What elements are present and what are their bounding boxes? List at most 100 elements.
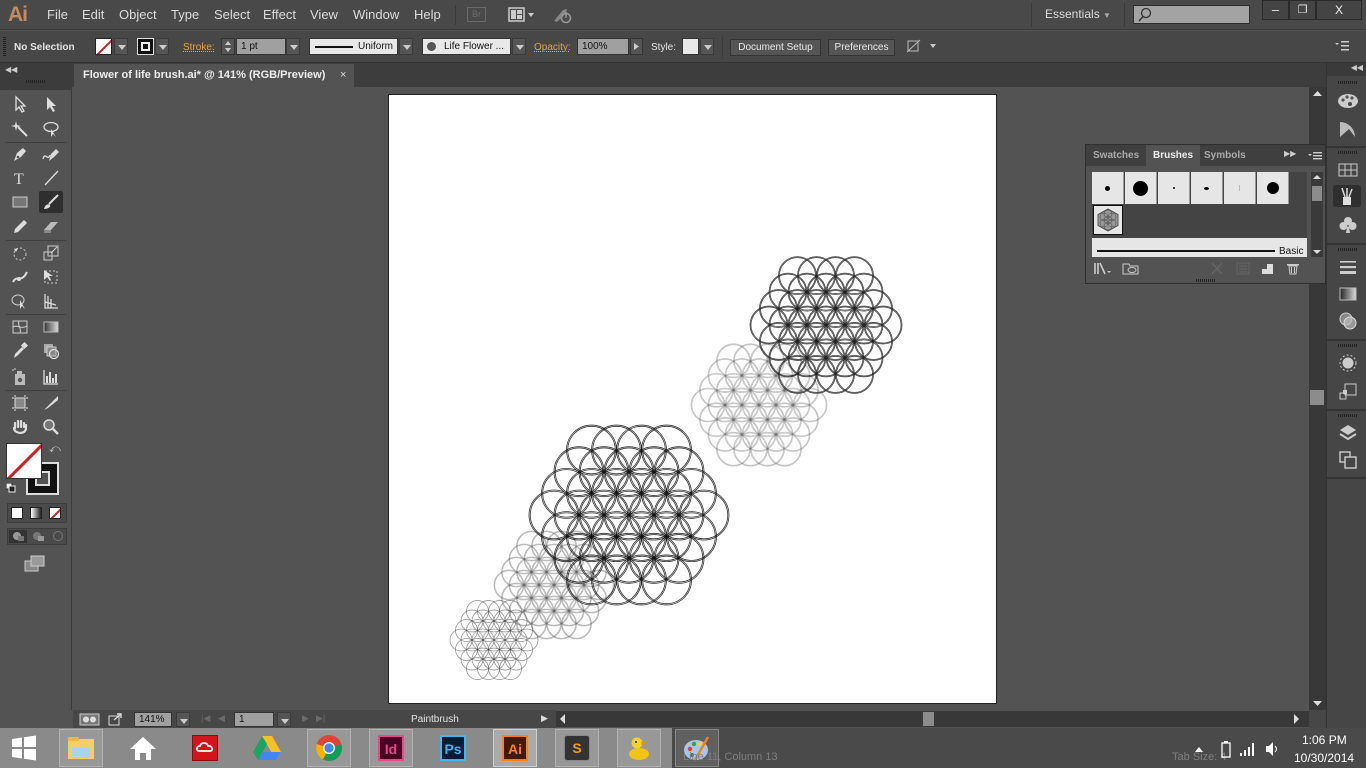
stroke-color-swatch[interactable]	[137, 38, 154, 55]
layers-panel-button[interactable]	[1336, 422, 1360, 444]
menu-object[interactable]: Object	[119, 7, 157, 22]
menu-type[interactable]: Type	[171, 7, 199, 22]
scale-tool[interactable]	[39, 242, 63, 264]
stroke-weight-input[interactable]: 1 pt	[236, 38, 286, 55]
color-panel-button[interactable]	[1336, 89, 1360, 111]
horizontal-scroll-thumb[interactable]	[923, 712, 934, 726]
zoom-tool[interactable]	[39, 416, 63, 438]
scroll-up-icon[interactable]	[1309, 87, 1326, 99]
eraser-tool[interactable]	[39, 215, 63, 237]
selection-tool[interactable]	[8, 93, 32, 115]
current-tool-status[interactable]: Paintbrush	[411, 714, 459, 725]
artboard-number-input[interactable]: 1	[234, 712, 274, 727]
taskbar-chrome[interactable]	[307, 729, 351, 767]
next-artboard-button[interactable]: ▶	[302, 713, 309, 724]
artboard[interactable]	[388, 94, 997, 704]
default-fill-stroke-button[interactable]	[5, 482, 16, 493]
collapse-dock-icon[interactable]: ◀◀	[1351, 63, 1363, 72]
panel-menu-button[interactable]	[1308, 150, 1322, 162]
magic-wand-tool[interactable]	[8, 118, 32, 140]
swatches-panel-button[interactable]	[1336, 159, 1360, 181]
artboard-dropdown[interactable]	[277, 712, 291, 727]
search-input[interactable]	[1133, 5, 1250, 24]
pencil-tool[interactable]	[8, 215, 32, 237]
brush-dot-small[interactable]	[1092, 172, 1124, 204]
brush-dot-oval[interactable]	[1191, 172, 1223, 204]
brush-line-thin[interactable]	[1224, 172, 1256, 204]
color-button[interactable]	[11, 507, 23, 519]
none-button[interactable]	[49, 507, 61, 519]
profile-dropdown[interactable]	[399, 38, 413, 55]
stroke-panel-link[interactable]: Stroke:	[183, 42, 215, 53]
brush-list-scroll-thumb[interactable]	[1312, 186, 1322, 201]
fill-dropdown[interactable]	[114, 38, 128, 55]
tab-brushes[interactable]: Brushes	[1146, 145, 1201, 166]
fill-color-box[interactable]	[6, 443, 42, 479]
menu-help[interactable]: Help	[414, 7, 441, 22]
document-setup-button[interactable]: Document Setup	[730, 39, 821, 56]
line-segment-tool[interactable]	[39, 167, 63, 189]
vertical-scroll-thumb[interactable]	[1310, 390, 1324, 405]
scroll-down-icon[interactable]	[1309, 698, 1326, 710]
gradient-button[interactable]	[30, 507, 42, 519]
horizontal-scrollbar[interactable]	[556, 711, 1309, 727]
graphic-style-swatch[interactable]	[682, 38, 699, 55]
lasso-tool[interactable]	[39, 118, 63, 140]
artboard-tool[interactable]	[8, 392, 32, 414]
clock-time[interactable]: 1:06 PM	[1302, 733, 1347, 747]
menu-view[interactable]: View	[310, 7, 338, 22]
taskbar-sublime-text[interactable]: S	[555, 729, 599, 767]
new-brush-button[interactable]	[1260, 262, 1274, 275]
transparency-panel-button[interactable]	[1336, 310, 1360, 332]
type-tool[interactable]: T	[8, 167, 32, 189]
swap-fill-stroke-icon[interactable]: ⤺	[49, 443, 61, 456]
brush-life-flower[interactable]	[1093, 205, 1123, 235]
pen-tool[interactable]	[8, 143, 32, 165]
brush-basic-row[interactable]: Basic	[1092, 238, 1307, 257]
menu-edit[interactable]: Edit	[82, 7, 104, 22]
rectangle-tool[interactable]	[8, 191, 32, 213]
brush-dot-medium[interactable]	[1257, 172, 1289, 204]
curvature-tool[interactable]	[39, 143, 63, 165]
paintbrush-tool[interactable]	[39, 191, 63, 213]
draw-behind-button[interactable]	[29, 530, 47, 543]
grip-handle[interactable]	[1338, 151, 1358, 154]
scroll-left-icon[interactable]	[556, 711, 568, 727]
direct-selection-tool[interactable]	[39, 93, 63, 115]
appearance-panel-button[interactable]	[1336, 352, 1360, 374]
brush-libraries-menu-button[interactable]	[1094, 262, 1112, 275]
taskbar-indesign[interactable]: Id	[369, 729, 413, 767]
previous-artboard-button[interactable]: ◀	[218, 713, 225, 724]
flower-of-life-stroke[interactable]	[493, 530, 615, 640]
slice-tool[interactable]	[39, 392, 63, 414]
clock-date[interactable]: 10/30/2014	[1294, 751, 1354, 765]
taskbar-home[interactable]	[121, 729, 165, 767]
brush-dot-large[interactable]	[1125, 172, 1157, 204]
gradient-panel-button[interactable]	[1336, 283, 1360, 305]
close-button[interactable]: X	[1316, 0, 1362, 20]
change-screen-mode-button[interactable]	[24, 555, 46, 573]
workspace-switcher[interactable]: Essentials ▼	[1045, 7, 1111, 21]
stroke-dropdown[interactable]	[155, 38, 169, 55]
artboards-panel-button[interactable]	[1336, 449, 1360, 471]
width-tool[interactable]	[8, 266, 32, 288]
volume-button[interactable]	[1265, 741, 1279, 757]
perspective-grid-tool[interactable]	[39, 290, 63, 312]
symbol-sprayer-tool[interactable]	[8, 366, 32, 388]
tab-symbols[interactable]: Symbols	[1197, 145, 1253, 166]
arrange-documents-button[interactable]	[508, 7, 536, 23]
expand-panel-icon[interactable]: ▶▶	[1284, 149, 1296, 158]
grip-handle[interactable]	[1338, 414, 1358, 417]
taskbar-google-drive[interactable]	[245, 729, 289, 767]
rotate-tool[interactable]	[8, 242, 32, 264]
tab-swatches[interactable]: Swatches	[1086, 145, 1146, 166]
taskbar-illustrator[interactable]: Ai	[493, 729, 537, 767]
grip-handle[interactable]	[1338, 344, 1358, 347]
variable-width-profile[interactable]: Uniform	[309, 38, 398, 55]
brush-list-scrollbar[interactable]	[1311, 172, 1323, 257]
taskbar-file-explorer[interactable]	[59, 729, 103, 767]
network-button[interactable]	[1239, 742, 1255, 756]
share-button[interactable]	[108, 712, 124, 726]
column-graph-tool[interactable]	[39, 366, 63, 388]
bridge-button[interactable]: Br	[467, 7, 486, 22]
